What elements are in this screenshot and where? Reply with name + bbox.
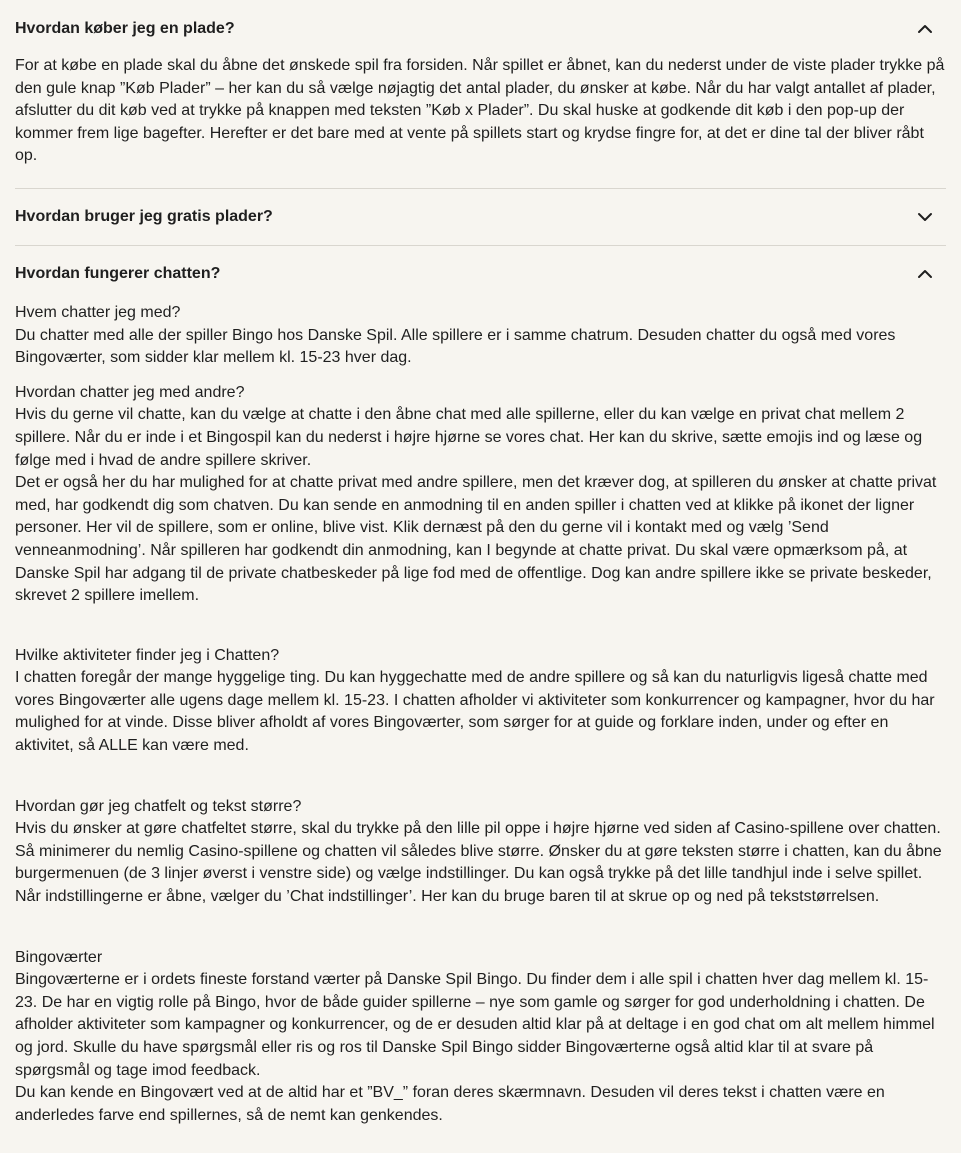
chat-section-who: Hvem chatter jeg med? Du chatter med all… (15, 302, 946, 370)
faq-question: Hvordan køber jeg en plade? (15, 20, 235, 37)
faq-answer: Hvem chatter jeg med? Du chatter med all… (15, 302, 946, 1149)
faq-toggle-buy-plate[interactable]: Hvordan køber jeg en plade? (15, 0, 946, 58)
faq-toggle-free-plates[interactable]: Hvordan bruger jeg gratis plader? (15, 189, 946, 245)
faq-answer: For at købe en plade skal du åbne det øn… (15, 55, 946, 188)
chat-section-activities: Hvilke aktiviteter finder jeg i Chatten?… (15, 645, 946, 758)
faq-toggle-chat[interactable]: Hvordan fungerer chatten? (15, 246, 946, 302)
faq-item-chat: Hvordan fungerer chatten? Hvem chatter j… (15, 246, 946, 1149)
answer-text: For at købe en plade skal du åbne det øn… (15, 57, 945, 165)
section-text: Det er også her du har mulighed for at c… (15, 474, 937, 605)
chat-section-hosts: Bingoværter Bingoværterne er i ordets fi… (15, 947, 946, 1128)
section-heading: Hvordan gør jeg chatfelt og tekst større… (15, 797, 302, 815)
section-heading: Hvem chatter jeg med? (15, 303, 181, 321)
chevron-up-icon[interactable] (916, 20, 934, 38)
faq-item-free-plates: Hvordan bruger jeg gratis plader? (15, 189, 946, 246)
chat-section-text-size: Hvordan gør jeg chatfelt og tekst større… (15, 796, 946, 909)
section-heading: Bingoværter (15, 948, 103, 966)
faq-question: Hvordan fungerer chatten? (15, 264, 221, 282)
section-text: Hvis du gerne vil chatte, kan du vælge a… (15, 406, 923, 469)
section-text: Hvis du ønsker at gøre chatfeltet større… (15, 820, 942, 906)
chat-section-how: Hvordan chatter jeg med andre? Hvis du g… (15, 382, 946, 608)
chevron-up-icon[interactable] (916, 265, 934, 283)
section-text: Du chatter med alle der spiller Bingo ho… (15, 326, 896, 367)
section-heading: Hvordan chatter jeg med andre? (15, 383, 245, 401)
section-heading: Hvilke aktiviteter finder jeg i Chatten? (15, 646, 280, 664)
section-text: Du kan kende en Bingovært ved at de alti… (15, 1084, 885, 1124)
section-text: Bingoværterne er i ordets fineste forsta… (15, 971, 935, 1079)
chevron-down-icon[interactable] (916, 208, 934, 226)
faq-accordion: Hvordan køber jeg en plade? For at købe … (0, 0, 961, 1149)
section-text: I chatten foregår der mange hyggelige ti… (15, 669, 935, 755)
faq-question: Hvordan bruger jeg gratis plader? (15, 207, 273, 225)
faq-item-buy-plate: Hvordan køber jeg en plade? For at købe … (15, 0, 946, 189)
